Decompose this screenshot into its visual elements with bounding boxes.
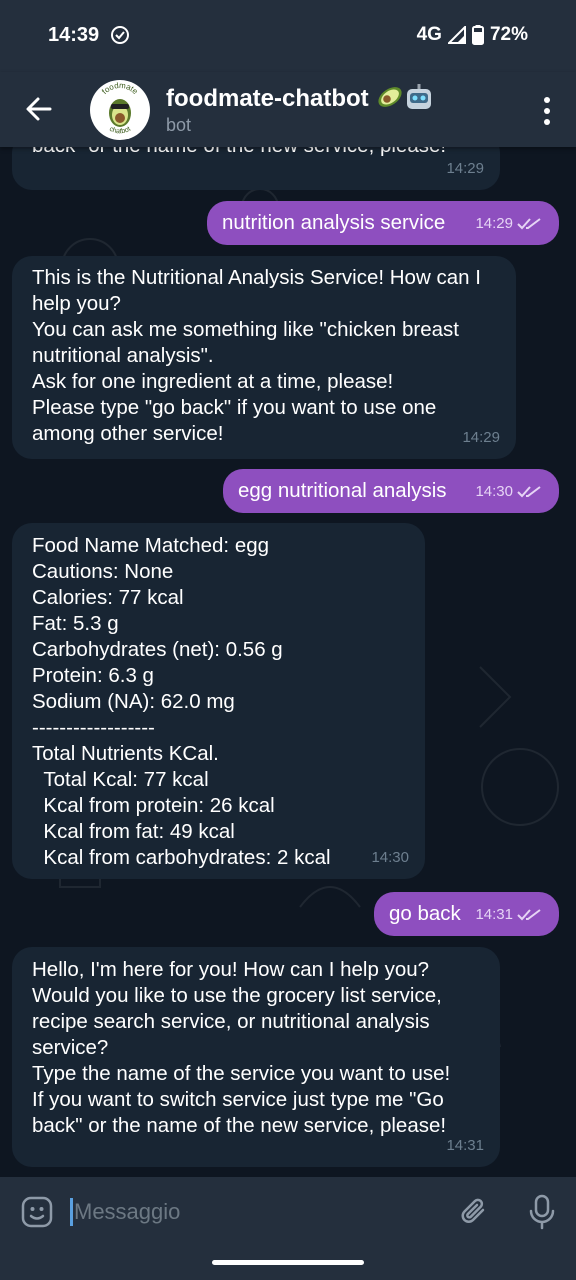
message-time: 14:30 [475,479,543,505]
message-outgoing[interactable]: nutrition analysis service 14:29 [207,201,559,245]
message-text: Food Name Matched: egg Cautions: None Ca… [32,534,331,869]
message-incoming[interactable]: This is the Nutritional Analysis Service… [12,256,516,459]
microphone-icon[interactable] [526,1193,558,1231]
message-outgoing[interactable]: egg nutritional analysis 14:30 [223,469,559,513]
message-time: 14:29 [446,156,484,182]
message-time-label: 14:30 [475,483,513,500]
message-incoming[interactable]: back" or the name of the new service, pl… [12,147,500,190]
avocado-logo-icon: foodmate chatbot [91,81,149,139]
message-composer [0,1177,576,1247]
arrow-left-icon[interactable] [22,92,56,126]
status-time: 14:39 [48,24,100,46]
system-navigation-bar [0,1247,576,1280]
battery-level: 72% [489,24,528,45]
message-time-label: 14:29 [475,215,513,232]
check-circle-icon [111,26,129,44]
double-check-icon [517,486,541,498]
chat-subtitle: bot [166,115,192,135]
home-gesture-bar[interactable] [212,1260,364,1265]
chat-title[interactable]: foodmate-chatbot [166,84,433,113]
message-time-label: 14:31 [475,906,513,923]
message-time-label: 14:29 [462,429,500,446]
status-bar: 14:39 4G 72% [0,0,576,72]
message-outgoing[interactable]: go back 14:31 [374,892,559,936]
avatar[interactable]: foodmate chatbot [90,80,150,140]
message-time-label: 14:29 [446,160,484,177]
message-text: back" or the name of the new service, pl… [32,147,446,159]
chat-title-text: foodmate-chatbot [166,85,369,112]
message-text: This is the Nutritional Analysis Service… [32,266,481,445]
message-text: Hello, I'm here for you! How can I help … [32,958,451,1137]
battery-icon [471,25,484,45]
message-incoming[interactable]: Hello, I'm here for you! How can I help … [12,947,500,1167]
message-time: 14:31 [446,1133,484,1159]
text-cursor [70,1198,73,1226]
message-input[interactable] [74,1193,434,1231]
message-text: go back [389,902,461,925]
signal-icon [447,26,466,44]
message-time-label: 14:30 [371,849,409,866]
double-check-icon [517,909,541,921]
message-text: nutrition analysis service [222,211,446,234]
chat-header: foodmate chatbot foodmate-chatbot bot [0,72,576,147]
more-vertical-icon[interactable] [540,94,554,128]
double-check-icon [517,218,541,230]
message-incoming[interactable]: Food Name Matched: egg Cautions: None Ca… [12,523,425,879]
status-indicators: 4G 72% [417,24,528,46]
message-time: 14:29 [462,425,500,451]
network-label: 4G [416,24,442,45]
robot-emoji-icon [407,84,432,109]
message-time: 14:30 [371,845,409,871]
message-time: 14:29 [475,211,543,237]
message-text: egg nutritional analysis [238,479,447,502]
paperclip-icon[interactable] [458,1195,492,1229]
message-list[interactable]: back" or the name of the new service, pl… [0,147,576,1177]
message-time-label: 14:31 [446,1137,484,1154]
emoji-icon[interactable] [20,1195,54,1229]
message-time: 14:31 [475,902,543,928]
avocado-emoji-icon [378,87,402,107]
